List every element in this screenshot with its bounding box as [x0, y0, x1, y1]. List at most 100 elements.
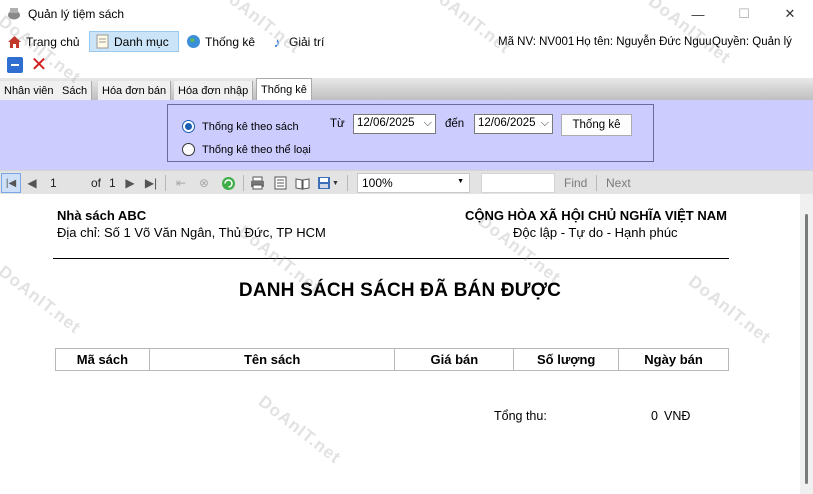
to-label: đến	[445, 118, 465, 130]
employee-role-label: Quyền: Quản lý	[712, 36, 792, 48]
stop-icon: ⊗	[198, 176, 210, 190]
tab-hoa-don-nhap[interactable]: Hóa đơn nhập	[174, 81, 254, 100]
close-icon: ✕	[784, 6, 796, 21]
title-bar: Quản lý tiệm sách — ☐ ✕	[0, 0, 813, 28]
printer-icon	[250, 176, 264, 190]
radio-indicator	[182, 120, 195, 133]
scrollbar-thumb[interactable]	[805, 214, 808, 484]
find-next-button[interactable]: Next	[606, 176, 631, 190]
tab-label: Hóa đơn bán	[102, 84, 167, 97]
app-icon	[8, 8, 20, 20]
export-button[interactable]: ▼	[316, 175, 340, 191]
mdi-close-button[interactable]: ✕	[29, 55, 49, 75]
print-layout-button[interactable]	[271, 175, 289, 191]
chevron-down-icon: ▼	[457, 178, 464, 185]
previous-page-button[interactable]: ◀	[25, 175, 39, 191]
window-close-button[interactable]: ✕	[767, 0, 813, 28]
tab-hoa-don-ban[interactable]: Hóa đơn bán	[98, 81, 172, 100]
book-icon	[295, 177, 309, 190]
find-button[interactable]: Find	[564, 176, 587, 190]
mdi-minimize-button[interactable]	[7, 57, 23, 73]
menu-item-danh-muc[interactable]: Danh mục	[89, 31, 179, 52]
employee-id-label: Mã NV: NV001	[498, 36, 575, 48]
toolbar-separator	[243, 175, 244, 191]
chevron-down-icon: ⌵	[540, 117, 549, 129]
window-maximize-button[interactable]: ☐	[721, 0, 767, 28]
print-button[interactable]	[248, 175, 266, 191]
first-page-icon: |◀	[5, 177, 17, 189]
zoom-value: 100%	[362, 176, 393, 190]
toolbar-separator	[165, 175, 166, 191]
tab-label: Thống kê	[261, 83, 307, 96]
menu-bar: Trang chủ Danh mục Thống kê ♪ Giải trí M…	[0, 29, 813, 54]
national-title: CỘNG HÒA XÃ HỘI CHỦ NGHĨA VIỆT NAM	[465, 208, 727, 223]
from-date-picker[interactable]: 12/06/2025 ⌵	[353, 114, 436, 134]
menu-item-label: Trang chủ	[26, 34, 80, 49]
tab-label: Sách	[62, 84, 88, 97]
music-note-icon: ♪	[273, 33, 281, 50]
column-header-ma-sach: Mã sách	[55, 348, 150, 371]
national-motto: Độc lập - Tự do - Hạnh phúc	[513, 225, 678, 240]
menu-item-trang-chu[interactable]: Trang chủ	[2, 31, 84, 52]
tab-label: Hóa đơn nhập	[178, 84, 249, 97]
total-label: Tổng thu:	[494, 409, 547, 423]
column-header-ten-sach: Tên sách	[148, 348, 396, 371]
table-header-row: Mã sách Tên sách Giá bán Số lượng Ngày b…	[55, 348, 729, 371]
tab-strip: Nhân viên Sách Hóa đơn bán Hóa đơn nhập …	[0, 78, 813, 100]
back-button[interactable]: ⇤	[173, 175, 189, 191]
chevron-down-icon: ⌵	[423, 117, 432, 129]
window-minimize-button[interactable]: —	[675, 0, 721, 28]
filter-group-box: Thống kê theo sách Thống kê theo thể loạ…	[167, 104, 654, 162]
from-label: Từ	[330, 118, 345, 130]
stop-button[interactable]: ⊗	[195, 175, 213, 191]
save-export-icon	[318, 177, 331, 189]
to-date-picker[interactable]: 12/06/2025 ⌵	[474, 114, 553, 134]
report-toolbar: |◀ ◀ 1 of 1 ▶ ▶| ⇤ ⊗ ▼ 100% ▼ Find Next	[0, 170, 813, 194]
company-name: Nhà sách ABC	[57, 208, 147, 223]
menu-item-giai-tri[interactable]: ♪ Giải trí	[265, 31, 328, 52]
first-page-button[interactable]: |◀	[1, 173, 21, 193]
toolbar-separator	[596, 175, 597, 191]
total-value: 0	[651, 409, 658, 423]
column-header-gia-ban: Giá bán	[394, 348, 515, 371]
page-of-label: of	[91, 176, 102, 190]
column-header-so-luong: Số lượng	[513, 348, 620, 371]
back-icon: ⇤	[175, 176, 187, 190]
tab-nhan-vien[interactable]: Nhân viên	[0, 81, 59, 100]
from-date-value: 12/06/2025	[357, 117, 415, 129]
sales-table: Mã sách Tên sách Giá bán Số lượng Ngày b…	[55, 348, 729, 371]
previous-page-icon: ◀	[27, 176, 37, 190]
current-page-input[interactable]: 1	[50, 176, 57, 190]
window-title: Quản lý tiệm sách	[28, 7, 125, 21]
last-page-button[interactable]: ▶|	[143, 175, 159, 191]
home-icon	[6, 34, 22, 50]
radio-label: Thống kê theo sách	[202, 120, 299, 133]
employee-name-label: Họ tên: Nguyễn Đức Nguu	[576, 36, 712, 48]
tab-thong-ke[interactable]: Thống kê	[256, 78, 312, 100]
radio-by-category[interactable]: Thống kê theo thể loại	[182, 143, 311, 156]
menu-item-label: Thống kê	[205, 34, 256, 49]
zoom-select[interactable]: 100% ▼	[357, 173, 470, 193]
tab-sach[interactable]: Sách	[58, 81, 93, 100]
header-divider	[53, 258, 729, 259]
radio-by-book[interactable]: Thống kê theo sách	[182, 120, 299, 133]
report-page: Nhà sách ABC Địa chỉ: Số 1 Võ Văn Ngân, …	[0, 194, 800, 494]
refresh-button[interactable]	[219, 175, 237, 191]
total-pages-label: 1	[109, 176, 116, 190]
menu-item-thong-ke[interactable]: Thống kê	[181, 31, 259, 52]
company-address: Địa chỉ: Số 1 Võ Văn Ngân, Thủ Đức, TP H…	[57, 225, 326, 240]
radio-indicator	[182, 143, 195, 156]
column-header-ngay-ban: Ngày bán	[618, 348, 729, 371]
report-vertical-scrollbar[interactable]	[800, 194, 813, 494]
page-setup-button[interactable]	[293, 175, 311, 191]
next-page-button[interactable]: ▶	[123, 175, 137, 191]
minimize-icon: —	[691, 6, 705, 22]
find-input[interactable]	[481, 173, 555, 193]
thong-ke-button[interactable]: Thống kê	[561, 114, 632, 136]
menu-item-label: Giải trí	[289, 34, 325, 49]
chevron-down-icon: ▼	[332, 179, 339, 187]
tab-label: Nhân viên	[4, 84, 54, 97]
refresh-icon	[221, 176, 235, 190]
globe-icon	[185, 34, 201, 50]
notepad-icon	[94, 34, 110, 50]
